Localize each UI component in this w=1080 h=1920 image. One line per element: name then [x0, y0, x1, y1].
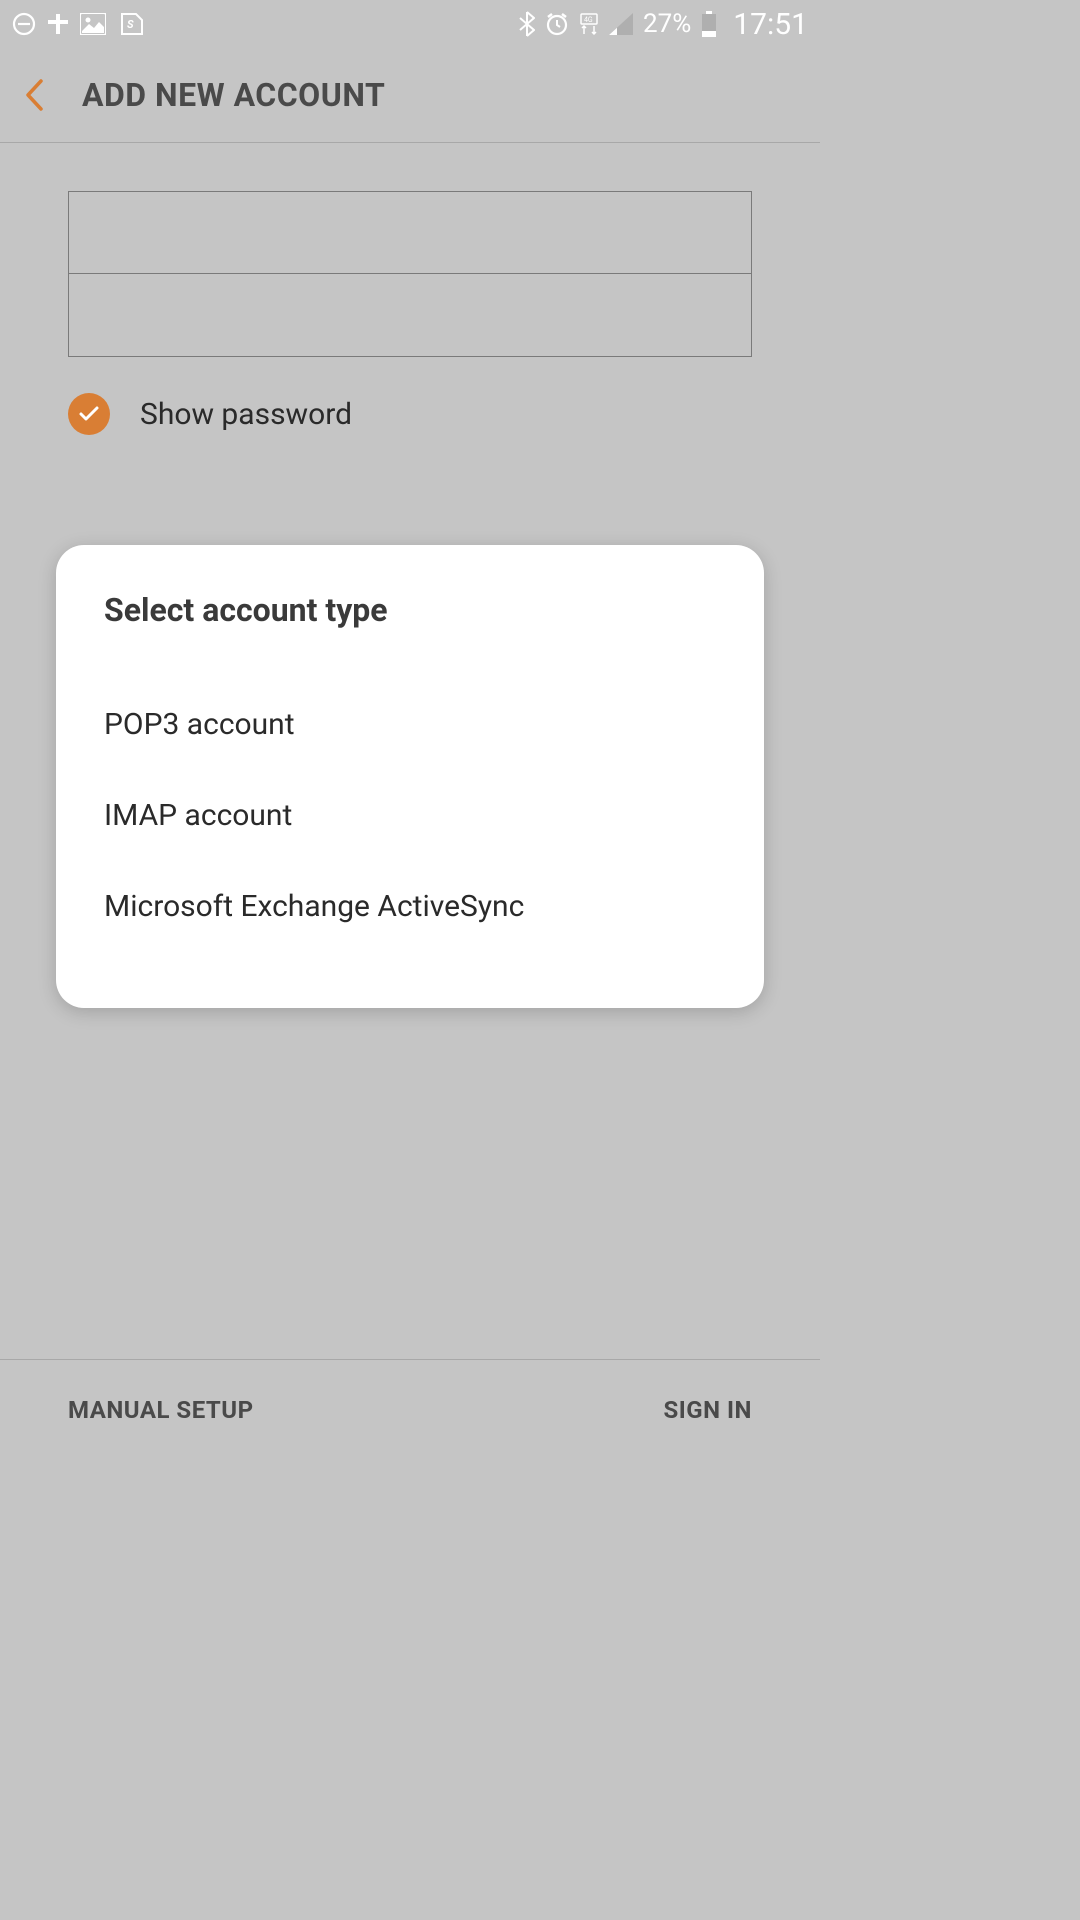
- show-password-row: Show password: [68, 393, 752, 435]
- battery-percent: 27%: [643, 9, 691, 39]
- carrier-icon: [48, 12, 68, 36]
- status-right-icons: 4G 27% 17:51: [519, 7, 808, 42]
- input-wrapper: [68, 191, 752, 357]
- status-left-icons: S: [12, 12, 144, 36]
- show-password-checkbox[interactable]: [68, 393, 110, 435]
- app-header: ADD NEW ACCOUNT: [0, 48, 820, 143]
- account-type-modal: Select account type POP3 account IMAP ac…: [56, 545, 764, 1008]
- show-password-label: Show password: [140, 397, 352, 432]
- password-field[interactable]: [69, 274, 751, 356]
- form-content: Show password: [0, 143, 820, 435]
- option-imap[interactable]: IMAP account: [104, 770, 716, 861]
- clock-time: 17:51: [733, 7, 808, 42]
- email-field[interactable]: [69, 192, 751, 274]
- back-button[interactable]: [14, 75, 54, 115]
- status-bar: S 4G: [0, 0, 820, 48]
- svg-text:S: S: [127, 18, 134, 31]
- bottom-bar: MANUAL SETUP SIGN IN: [0, 1359, 820, 1459]
- manual-setup-button[interactable]: MANUAL SETUP: [68, 1396, 254, 1424]
- signal-icon: [609, 13, 633, 35]
- data-icon: 4G: [579, 12, 599, 36]
- battery-icon: [701, 11, 717, 37]
- bluetooth-icon: [519, 11, 535, 37]
- page-title: ADD NEW ACCOUNT: [82, 76, 385, 114]
- sd-icon: S: [118, 12, 144, 36]
- svg-text:4G: 4G: [584, 16, 593, 24]
- modal-title: Select account type: [104, 591, 716, 629]
- option-exchange[interactable]: Microsoft Exchange ActiveSync: [104, 861, 716, 952]
- dnd-icon: [12, 12, 36, 36]
- option-pop3[interactable]: POP3 account: [104, 679, 716, 770]
- gallery-icon: [80, 13, 106, 35]
- sign-in-button[interactable]: SIGN IN: [663, 1396, 752, 1424]
- alarm-icon: [545, 12, 569, 36]
